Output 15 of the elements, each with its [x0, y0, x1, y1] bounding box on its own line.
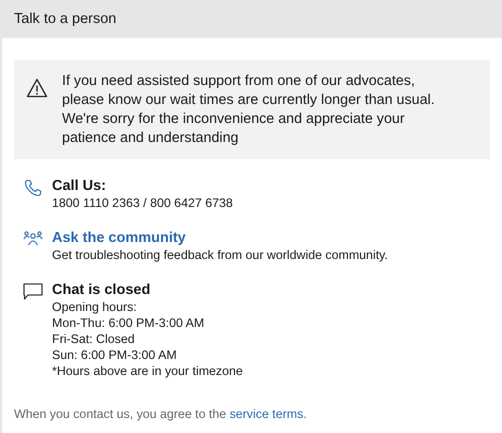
- item-title: Chat is closed: [52, 281, 150, 299]
- detail-text: Opening hours:: [52, 299, 137, 315]
- notice-text: If you need assisted support from one of our advocates, please know our wait times are currently longer than usual. We're sorry for the inconvenience and appreciate your patience and understanding: [62, 72, 436, 147]
- detail-text: Fri-Sat: Closed: [52, 331, 135, 347]
- item-title: Call Us:: [52, 177, 106, 195]
- detail-text: Mon-Thu: 6:00 PM-3:00 AM: [52, 315, 204, 331]
- detail-text: Get troubleshooting feedback from our worldwide community.: [52, 247, 388, 263]
- detail-text: 1800 1110 2363 / 800 6427 6738: [52, 195, 233, 211]
- warning-icon: [26, 78, 48, 98]
- community-link[interactable]: Ask the community: [52, 229, 186, 247]
- detail-text: Sun: 6:00 PM-3:00 AM: [52, 347, 177, 363]
- panel-title: Talk to a person: [14, 11, 116, 27]
- service-terms-link[interactable]: service terms.: [230, 407, 307, 421]
- footer-text: When you contact us, you agree to the service terms.: [14, 407, 308, 421]
- detail-text: *Hours above are in your timezone: [52, 363, 243, 379]
